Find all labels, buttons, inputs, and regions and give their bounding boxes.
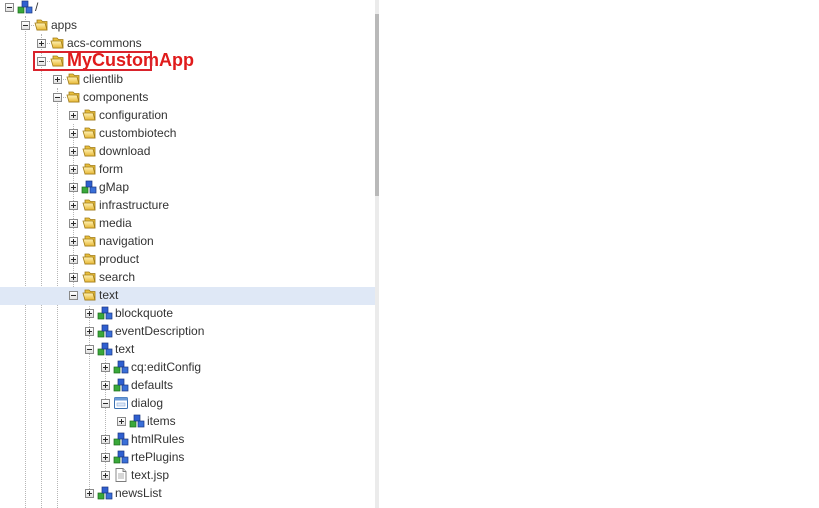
tree-item-gmap[interactable]: gMap — [99, 178, 129, 196]
node-icon — [97, 323, 113, 339]
node-icon — [97, 305, 113, 321]
expand-toggle-text-jsp[interactable] — [101, 471, 110, 480]
node-icon — [97, 341, 113, 357]
expand-toggle-eventdescription[interactable] — [85, 327, 94, 336]
tree-item-blockquote[interactable]: blockquote — [115, 304, 173, 322]
collapse-toggle-components[interactable] — [53, 93, 62, 102]
file-icon — [113, 467, 129, 483]
expand-toggle-cq-editconfig[interactable] — [101, 363, 110, 372]
tree-item-defaults[interactable]: defaults — [131, 376, 173, 394]
dialog-icon — [113, 395, 129, 411]
expand-toggle-blockquote[interactable] — [85, 309, 94, 318]
tree-item-custombiotech[interactable]: custombiotech — [99, 124, 176, 142]
tree-item-media[interactable]: media — [99, 214, 132, 232]
expand-toggle-newslist[interactable] — [85, 489, 94, 498]
folder-icon — [81, 269, 97, 285]
tree-item-navigation[interactable]: navigation — [99, 232, 154, 250]
folder-icon — [33, 17, 49, 33]
tree-item-cq-editconfig[interactable]: cq:editConfig — [131, 358, 201, 376]
tree-item-download[interactable]: download — [99, 142, 150, 160]
expand-toggle-search[interactable] — [69, 273, 78, 282]
node-icon — [113, 359, 129, 375]
node-icon — [113, 431, 129, 447]
node-icon — [17, 0, 33, 15]
tree-item-newslist[interactable]: newsList — [115, 484, 162, 502]
tree-item-dialog[interactable]: dialog — [131, 394, 163, 412]
folder-icon — [81, 143, 97, 159]
tree-item-root[interactable]: / — [35, 0, 38, 16]
node-icon — [81, 179, 97, 195]
tree-item-rteplugins[interactable]: rtePlugins — [131, 448, 184, 466]
expand-toggle-infrastructure[interactable] — [69, 201, 78, 210]
folder-icon — [81, 125, 97, 141]
folder-icon — [65, 71, 81, 87]
tree-item-infrastructure[interactable]: infrastructure — [99, 196, 169, 214]
tree-connector — [25, 16, 26, 508]
folder-icon — [81, 161, 97, 177]
expand-toggle-clientlib[interactable] — [53, 75, 62, 84]
tree-item-text-jsp[interactable]: text.jsp — [131, 466, 169, 484]
tree-item-form[interactable]: form — [99, 160, 123, 178]
expand-toggle-acs-commons[interactable] — [37, 39, 46, 48]
tree-connector — [41, 34, 42, 508]
collapse-toggle-root[interactable] — [5, 3, 14, 12]
tree-item-text-folder[interactable]: text — [99, 286, 118, 304]
expand-toggle-product[interactable] — [69, 255, 78, 264]
tree-item-eventdescription[interactable]: eventDescription — [115, 322, 204, 340]
folder-icon — [81, 197, 97, 213]
expand-toggle-download[interactable] — [69, 147, 78, 156]
expand-toggle-configuration[interactable] — [69, 111, 78, 120]
tree-item-product[interactable]: product — [99, 250, 139, 268]
expand-toggle-navigation[interactable] — [69, 237, 78, 246]
tree-item-apps[interactable]: apps — [51, 16, 77, 34]
expand-toggle-custombiotech[interactable] — [69, 129, 78, 138]
folder-icon — [81, 233, 97, 249]
expand-toggle-media[interactable] — [69, 219, 78, 228]
expand-toggle-defaults[interactable] — [101, 381, 110, 390]
collapse-toggle-text-folder[interactable] — [69, 291, 78, 300]
expand-toggle-rteplugins[interactable] — [101, 453, 110, 462]
tree-item-mycustomapp[interactable]: MyCustomApp — [67, 50, 194, 70]
tree-item-configuration[interactable]: configuration — [99, 106, 168, 124]
content-area — [379, 0, 819, 508]
folder-icon — [81, 215, 97, 231]
collapse-toggle-mycustomapp[interactable] — [37, 57, 46, 66]
expand-toggle-htmlrules[interactable] — [101, 435, 110, 444]
expand-toggle-items[interactable] — [117, 417, 126, 426]
collapse-toggle-apps[interactable] — [21, 21, 30, 30]
folder-icon — [81, 107, 97, 123]
node-icon — [113, 377, 129, 393]
folder-icon — [49, 53, 65, 69]
collapse-toggle-text-node[interactable] — [85, 345, 94, 354]
expand-toggle-gmap[interactable] — [69, 183, 78, 192]
repository-tree-panel: / apps acs-commons MyCustomApp clientlib… — [0, 0, 375, 508]
node-icon — [113, 449, 129, 465]
tree-item-text-node[interactable]: text — [115, 340, 134, 358]
tree-item-search[interactable]: search — [99, 268, 135, 286]
expand-toggle-form[interactable] — [69, 165, 78, 174]
tree-item-components[interactable]: components — [83, 88, 148, 106]
folder-icon — [81, 251, 97, 267]
collapse-toggle-dialog[interactable] — [101, 399, 110, 408]
folder-icon — [81, 287, 97, 303]
node-icon — [129, 413, 145, 429]
selected-row-highlight — [0, 287, 375, 305]
tree-item-clientlib[interactable]: clientlib — [83, 70, 123, 88]
tree-item-items[interactable]: items — [147, 412, 176, 430]
node-icon — [97, 485, 113, 501]
folder-icon — [65, 89, 81, 105]
folder-icon — [49, 35, 65, 51]
tree-item-htmlrules[interactable]: htmlRules — [131, 430, 184, 448]
